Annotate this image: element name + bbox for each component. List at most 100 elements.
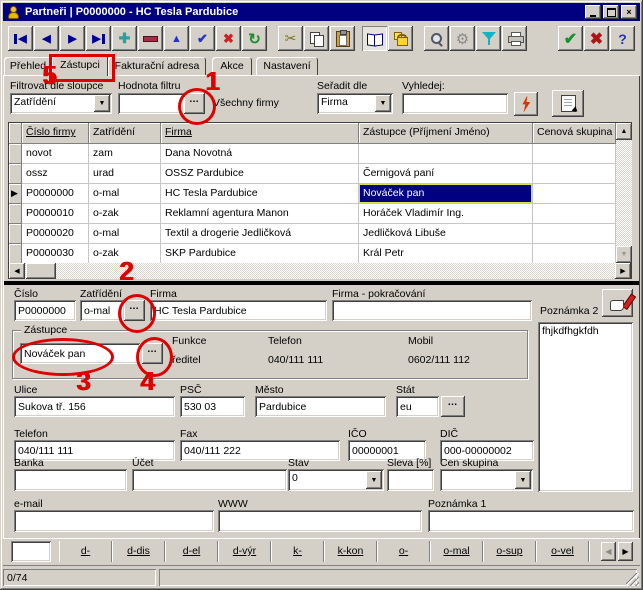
scroll-left-icon[interactable]: ◀ bbox=[9, 263, 25, 279]
delete-record-button[interactable] bbox=[138, 26, 163, 51]
copy-button[interactable] bbox=[304, 26, 329, 51]
stat-input[interactable] bbox=[396, 396, 439, 417]
quick-filter-o-vel[interactable]: o-vel bbox=[536, 541, 589, 562]
grid-horizontal-scrollbar[interactable]: ◀ ▶ bbox=[9, 263, 631, 279]
next-record-button[interactable]: ▶ bbox=[60, 26, 85, 51]
edit-record-button[interactable]: ▲ bbox=[164, 26, 189, 51]
paste-button[interactable] bbox=[330, 26, 355, 51]
filter-button[interactable] bbox=[476, 26, 501, 51]
cell-zastupce[interactable]: Král Petr bbox=[359, 244, 533, 264]
quick-filter-d-dis[interactable]: d-dis bbox=[112, 541, 165, 562]
confirm-button[interactable]: ✔ bbox=[558, 26, 583, 51]
cell-cislo[interactable]: P0000020 bbox=[22, 224, 89, 244]
quick-filter-o-mal[interactable]: o-mal bbox=[430, 541, 483, 562]
cell-cenova-skupina[interactable] bbox=[533, 204, 616, 224]
www-input[interactable] bbox=[218, 510, 422, 532]
cell-zastupce-selected[interactable]: Nováček pan bbox=[359, 184, 533, 204]
tab-zastupci[interactable]: Zástupci bbox=[52, 55, 108, 76]
cut-button[interactable]: ✂ bbox=[278, 26, 303, 51]
cancel-record-button[interactable]: ✖ bbox=[216, 26, 241, 51]
maximize-button[interactable] bbox=[603, 5, 619, 19]
column-header-firma[interactable]: Firma bbox=[161, 123, 359, 144]
filter-value-ellipsis-button[interactable]: … bbox=[184, 93, 205, 114]
quick-filter-d-el[interactable]: d-el bbox=[165, 541, 218, 562]
tab-fakturacni-adresa[interactable]: Fakturační adresa bbox=[108, 57, 206, 75]
resize-grip[interactable] bbox=[626, 573, 639, 586]
cell-zatrideni[interactable]: o-zak bbox=[89, 244, 161, 264]
table-row-selected[interactable]: ▶ P0000000 o-mal HC Tesla Pardubice Nová… bbox=[9, 184, 616, 204]
filter-column-combo[interactable]: Zatřídění ▼ bbox=[10, 93, 112, 114]
close-button[interactable]: × bbox=[621, 5, 637, 19]
scroll-right-icon[interactable]: ▶ bbox=[615, 263, 631, 279]
ulice-input[interactable] bbox=[14, 396, 175, 417]
chevron-down-icon[interactable]: ▼ bbox=[515, 471, 531, 489]
cell-zatrideni[interactable]: o-mal bbox=[89, 184, 161, 204]
quick-filter-input[interactable] bbox=[11, 541, 51, 562]
fax-input[interactable] bbox=[180, 440, 340, 461]
cell-cenova-skupina[interactable] bbox=[533, 224, 616, 244]
poznamka2-textarea[interactable]: fhjkdfhgkfdh bbox=[538, 322, 633, 492]
cell-zastupce[interactable]: Černigová paní bbox=[359, 164, 533, 184]
sleva-input[interactable] bbox=[387, 469, 434, 491]
table-row[interactable]: P0000030 o-zak SKP Pardubice Král Petr bbox=[9, 244, 616, 264]
refresh-button[interactable]: ↻ bbox=[242, 26, 267, 51]
cen-skupina-combo[interactable]: ▼ bbox=[440, 469, 533, 491]
stav-combo[interactable]: 0 ▼ bbox=[288, 469, 384, 491]
cell-cenova-skupina[interactable] bbox=[533, 164, 616, 184]
column-header-cenova-skupina[interactable]: Cenová skupina bbox=[533, 123, 616, 144]
cell-firma[interactable]: HC Tesla Pardubice bbox=[161, 184, 359, 204]
search-go-button[interactable] bbox=[514, 92, 538, 116]
psc-input[interactable] bbox=[180, 396, 245, 417]
browse-mode-button[interactable] bbox=[362, 26, 387, 51]
quick-filter-k-kon[interactable]: k-kon bbox=[324, 541, 377, 562]
cell-firma[interactable]: Dana Novotná bbox=[161, 144, 359, 164]
poznamka2-edit-button[interactable] bbox=[602, 289, 633, 317]
last-record-button[interactable]: ▶ bbox=[86, 26, 111, 51]
column-header-zastupce[interactable]: Zástupce (Příjmení Jméno) bbox=[359, 123, 533, 144]
cell-firma[interactable]: OSSZ Pardubice bbox=[161, 164, 359, 184]
stat-ellipsis-button[interactable]: … bbox=[441, 396, 465, 417]
cell-firma[interactable]: SKP Pardubice bbox=[161, 244, 359, 264]
sort-combo[interactable]: Firma ▼ bbox=[317, 93, 393, 114]
scroll-up-icon[interactable]: ▲ bbox=[616, 123, 632, 140]
grid-vertical-scrollbar[interactable]: ▲ ▼ bbox=[616, 123, 632, 263]
quick-filter-o[interactable]: o- bbox=[377, 541, 430, 562]
prior-record-button[interactable]: ◀ bbox=[34, 26, 59, 51]
cell-cislo[interactable]: novot bbox=[22, 144, 89, 164]
tab-akce[interactable]: Akce bbox=[212, 57, 252, 75]
quick-filter-d[interactable]: d- bbox=[59, 541, 112, 562]
cell-zastupce[interactable]: Jedličková Libuše bbox=[359, 224, 533, 244]
cell-cenova-skupina[interactable] bbox=[533, 184, 616, 204]
cell-zastupce[interactable] bbox=[359, 144, 533, 164]
quick-filter-o-sup[interactable]: o-sup bbox=[483, 541, 536, 562]
post-record-button[interactable]: ✔ bbox=[190, 26, 215, 51]
help-button[interactable]: ? bbox=[610, 26, 635, 51]
table-row[interactable]: P0000020 o-mal Textil a drogerie Jedličk… bbox=[9, 224, 616, 244]
cell-cenova-skupina[interactable] bbox=[533, 144, 616, 164]
settings-button[interactable]: ⚙ bbox=[450, 26, 475, 51]
cell-cislo[interactable]: ossz bbox=[22, 164, 89, 184]
cell-cenova-skupina[interactable] bbox=[533, 244, 616, 264]
chevron-down-icon[interactable]: ▼ bbox=[366, 471, 382, 489]
column-header-zatrideni[interactable]: Zatřídění bbox=[89, 123, 161, 144]
filter-value-input[interactable] bbox=[118, 93, 184, 114]
tab-nastaveni[interactable]: Nastavení bbox=[256, 57, 318, 75]
cell-zatrideni[interactable]: o-mal bbox=[89, 224, 161, 244]
cell-cislo[interactable]: P0000000 bbox=[22, 184, 89, 204]
table-row[interactable]: P0000010 o-zak Reklamní agentura Manon H… bbox=[9, 204, 616, 224]
table-row[interactable]: ossz urad OSSZ Pardubice Černigová paní bbox=[9, 164, 616, 184]
column-header-cislo-firmy[interactable]: Číslo firmy bbox=[22, 123, 89, 144]
chevron-down-icon[interactable]: ▼ bbox=[94, 95, 110, 112]
poznamka1-input[interactable] bbox=[428, 510, 634, 532]
print-button[interactable] bbox=[502, 26, 527, 51]
scrollbar-thumb[interactable] bbox=[26, 263, 56, 279]
cell-cislo[interactable]: P0000030 bbox=[22, 244, 89, 264]
tab-prehled[interactable]: Přehled bbox=[4, 57, 52, 75]
lock-button[interactable] bbox=[388, 26, 413, 51]
chevron-down-icon[interactable]: ▼ bbox=[375, 95, 391, 112]
minimize-button[interactable] bbox=[585, 5, 601, 19]
quick-filter-k[interactable]: k- bbox=[271, 541, 324, 562]
insert-record-button[interactable]: ✚ bbox=[112, 26, 137, 51]
cell-cislo[interactable]: P0000010 bbox=[22, 204, 89, 224]
cell-zastupce[interactable]: Horáček Vladimír Ing. bbox=[359, 204, 533, 224]
